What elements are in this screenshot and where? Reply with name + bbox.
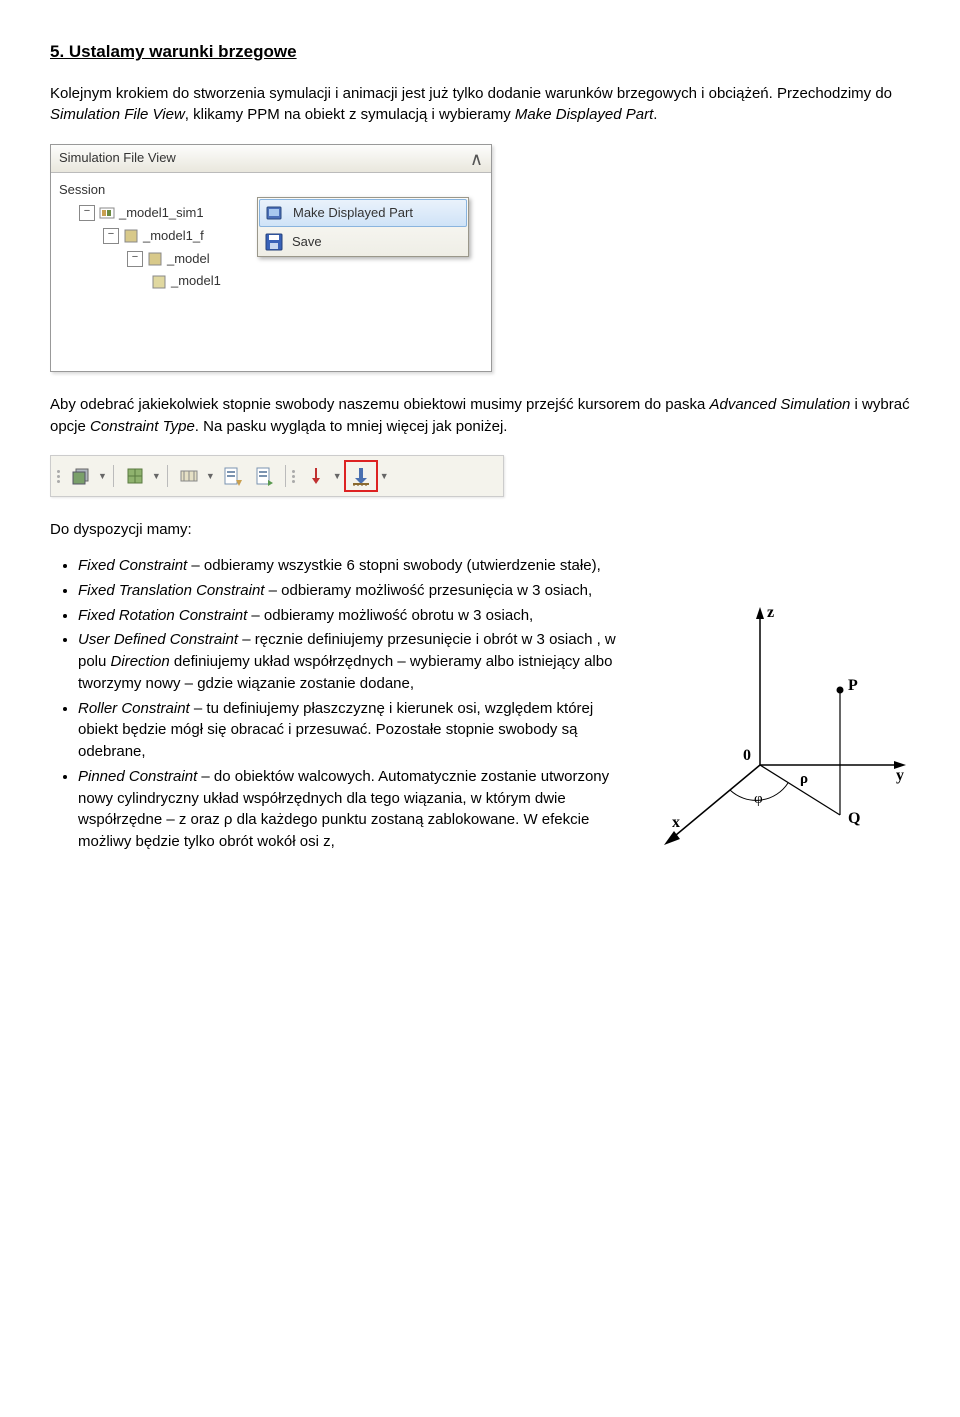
term: Constraint Type — [90, 418, 195, 435]
save-icon — [264, 232, 284, 252]
context-menu: Make Displayed Part Save — [257, 197, 469, 257]
toolbar-button[interactable] — [66, 462, 96, 490]
paragraph-2: Aby odebrać jakiekolwiek stopnie swobody… — [50, 394, 910, 438]
panel-titlebar: Simulation File View ∧ — [51, 145, 491, 173]
expand-icon[interactable]: − — [79, 205, 95, 221]
text: – odbieramy możliwość przesunięcia w 3 o… — [264, 582, 592, 599]
text: – odbieramy wszystkie 6 stopni swobody (… — [187, 557, 601, 574]
tree-label: _model1_sim1 — [119, 204, 204, 223]
part-icon — [151, 274, 167, 290]
menu-item-label: Save — [292, 233, 322, 252]
phi-label: φ — [754, 791, 763, 807]
toolbar-button[interactable] — [174, 462, 204, 490]
menu-save[interactable]: Save — [258, 228, 468, 256]
term: Fixed Rotation Constraint — [78, 607, 247, 624]
panel-title-text: Simulation File View — [59, 149, 176, 168]
p-label: P — [848, 677, 858, 694]
expand-icon[interactable]: − — [127, 251, 143, 267]
paragraph-3: Do dyspozycji mamy: — [50, 519, 910, 541]
toolbar-button[interactable] — [249, 462, 279, 490]
display-part-icon — [265, 203, 285, 223]
x-label: x — [672, 814, 680, 831]
section-heading: 5. Ustalamy warunki brzegowe — [50, 40, 910, 65]
list-item: Fixed Rotation Constraint – odbieramy mo… — [78, 605, 620, 627]
toolbar-constraint-button[interactable] — [344, 460, 378, 492]
term: Roller Constraint — [78, 700, 190, 717]
paragraph-1: Kolejnym krokiem do stworzenia symulacji… — [50, 83, 910, 127]
collapse-icon[interactable]: ∧ — [470, 150, 483, 168]
grip-icon — [292, 470, 295, 483]
term: Fixed Constraint — [78, 557, 187, 574]
tree-item[interactable]: _model1 — [55, 270, 487, 293]
part-icon — [123, 228, 139, 244]
text: . Na pasku wygląda to mniej więcej jak p… — [195, 418, 508, 435]
tree-label: Session — [59, 181, 105, 200]
menu-item-label: Make Displayed Part — [293, 204, 413, 223]
text: Kolejnym krokiem do stworzenia symulacji… — [50, 85, 892, 102]
constraint-list: Fixed Constraint – odbieramy wszystkie 6… — [78, 555, 620, 853]
term: Simulation File View — [50, 106, 185, 123]
term: User Defined Constraint — [78, 631, 238, 648]
screenshot-toolbar: ▼ ▼ ▼ ▼ ▼ — [50, 455, 910, 497]
term: Make Displayed Part — [515, 106, 653, 123]
tree-label: _model1 — [171, 272, 221, 291]
tree-label: _model — [167, 250, 210, 269]
cylindrical-coord-diagram: z y x 0 P Q φ ρ — [650, 595, 910, 855]
q-label: Q — [848, 810, 860, 827]
list-item: Roller Constraint – tu definiujemy płasz… — [78, 698, 620, 763]
list-item: Pinned Constraint – do obiektów walcowyc… — [78, 766, 620, 853]
part-icon — [147, 251, 163, 267]
toolbar-force-button[interactable] — [301, 462, 331, 490]
text: Aby odebrać jakiekolwiek stopnie swobody… — [50, 396, 709, 413]
sim-icon — [99, 205, 115, 221]
text: , klikamy PPM na obiekt z symulacją i wy… — [185, 106, 515, 123]
origin-label: 0 — [743, 747, 751, 764]
z-label: z — [767, 604, 774, 621]
list-item: Fixed Constraint – odbieramy wszystkie 6… — [78, 555, 620, 577]
term: Pinned Constraint — [78, 768, 197, 785]
list-item: Fixed Translation Constraint – odbieramy… — [78, 580, 620, 602]
expand-icon[interactable]: − — [103, 228, 119, 244]
grip-icon — [57, 470, 60, 483]
toolbar-button[interactable] — [120, 462, 150, 490]
toolbar-button[interactable] — [217, 462, 247, 490]
menu-make-displayed-part[interactable]: Make Displayed Part — [259, 199, 467, 227]
term: Advanced Simulation — [709, 396, 850, 413]
term: Fixed Translation Constraint — [78, 582, 264, 599]
text: – odbieramy możliwość obrotu w 3 osiach, — [247, 607, 533, 624]
tree-label: _model1_f — [143, 227, 204, 246]
text: . — [653, 106, 657, 123]
y-label: y — [896, 767, 904, 784]
screenshot-simulation-file-view: Simulation File View ∧ Session − _model1… — [50, 144, 910, 372]
rho-label: ρ — [800, 771, 808, 787]
term: Direction — [111, 653, 170, 670]
list-item: User Defined Constraint – ręcznie defini… — [78, 629, 620, 694]
